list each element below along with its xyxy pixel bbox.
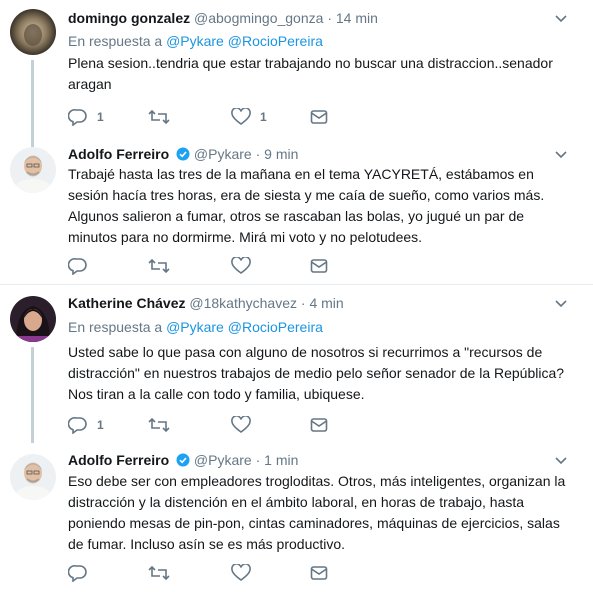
retweet-button[interactable] [148, 563, 170, 583]
mention-link[interactable]: @Pykare [166, 33, 224, 49]
tweet-4[interactable]: Adolfo Ferreiro @Pykare · 1 min Eso debe… [0, 443, 593, 592]
verified-icon [176, 453, 190, 467]
separator-dot: · [255, 452, 261, 468]
like-count: 1 [260, 110, 267, 124]
reply-button[interactable]: 1 [68, 415, 104, 435]
retweet-icon [148, 564, 170, 582]
reply-icon [68, 564, 88, 582]
like-button[interactable] [231, 256, 251, 276]
display-name[interactable]: Katherine Chávez [68, 295, 185, 311]
reply-button[interactable] [68, 563, 88, 583]
dm-icon [310, 258, 328, 274]
reply-context: En respuesta a @Pykare @RocioPereira [68, 33, 323, 49]
timestamp[interactable]: 9 min [264, 146, 298, 162]
dm-button[interactable] [310, 415, 328, 435]
dm-button[interactable] [310, 563, 328, 583]
dm-button[interactable] [310, 107, 328, 127]
tweet-text: Plena sesion..tendria que estar trabajan… [68, 55, 553, 92]
retweet-icon [148, 257, 170, 275]
retweet-icon [148, 108, 170, 126]
timestamp[interactable]: 14 min [336, 10, 378, 26]
mention-link[interactable]: @Pykare [166, 319, 224, 335]
like-button[interactable]: 1 [231, 107, 267, 127]
display-name[interactable]: Adolfo Ferreiro [68, 452, 169, 468]
username[interactable]: @Pykare [194, 452, 252, 468]
tweet-3[interactable]: Katherine Chávez @18kathychavez · 4 min … [0, 285, 593, 443]
dm-icon [310, 565, 328, 581]
reply-icon [68, 416, 88, 434]
reply-button[interactable]: 1 [68, 107, 104, 127]
timestamp[interactable]: 4 min [309, 295, 343, 311]
mention-link[interactable]: @RocioPereira [228, 33, 323, 49]
avatar[interactable] [10, 147, 56, 193]
tweet-1[interactable]: domingo gonzalez @abogmingo_gonza · 14 m… [0, 0, 593, 148]
reply-context: En respuesta a @Pykare @RocioPereira [68, 319, 323, 335]
avatar[interactable] [10, 296, 56, 342]
separator-dot: · [255, 146, 261, 162]
reply-count: 1 [97, 418, 104, 432]
retweet-icon [148, 416, 170, 434]
tweet-text: Eso debe ser con empleadores trogloditas… [68, 473, 566, 552]
like-icon [231, 416, 251, 434]
chevron-down-icon[interactable] [553, 452, 569, 468]
verified-icon [176, 147, 190, 161]
tweet-2[interactable]: Adolfo Ferreiro @Pykare · 9 min Trabajé … [0, 140, 593, 284]
reply-icon [68, 108, 88, 126]
display-name[interactable]: Adolfo Ferreiro [68, 146, 169, 162]
like-icon [231, 257, 251, 275]
avatar[interactable] [10, 9, 56, 55]
separator-dot: · [327, 10, 332, 26]
dm-button[interactable] [310, 256, 328, 276]
dm-icon [310, 109, 328, 125]
reply-prefix: En respuesta a [68, 319, 163, 335]
username[interactable]: @Pykare [194, 146, 252, 162]
reply-button[interactable] [68, 256, 88, 276]
like-button[interactable] [231, 415, 251, 435]
tweet-header: domingo gonzalez @abogmingo_gonza · 14 m… [68, 10, 378, 26]
dm-icon [310, 417, 328, 433]
tweet-header: Katherine Chávez @18kathychavez · 4 min [68, 295, 344, 311]
like-icon [231, 108, 251, 126]
tweet-text: Usted sabe lo que pasa con alguno de nos… [68, 344, 565, 402]
chevron-down-icon[interactable] [553, 146, 569, 162]
thread-line [31, 60, 34, 148]
retweet-button[interactable] [148, 256, 170, 276]
chevron-down-icon[interactable] [553, 10, 569, 26]
chevron-down-icon[interactable] [553, 295, 569, 311]
timestamp[interactable]: 1 min [264, 452, 298, 468]
reply-count: 1 [97, 110, 104, 124]
like-icon [231, 564, 251, 582]
reply-icon [68, 257, 88, 275]
display-name[interactable]: domingo gonzalez [68, 10, 190, 26]
retweet-button[interactable] [148, 415, 170, 435]
tweet-header: Adolfo Ferreiro @Pykare · 1 min [68, 452, 298, 468]
separator-dot: · [300, 295, 306, 311]
username[interactable]: @18kathychavez [189, 295, 297, 311]
tweet-header: Adolfo Ferreiro @Pykare · 9 min [68, 146, 298, 162]
username[interactable]: @abogmingo_gonza [194, 10, 323, 26]
tweet-text: Trabajé hasta las tres de la mañana en e… [68, 166, 545, 245]
avatar[interactable] [10, 454, 56, 500]
retweet-button[interactable] [148, 107, 170, 127]
like-button[interactable] [231, 563, 251, 583]
reply-prefix: En respuesta a [68, 33, 163, 49]
thread-line [31, 347, 34, 443]
mention-link[interactable]: @RocioPereira [228, 319, 323, 335]
